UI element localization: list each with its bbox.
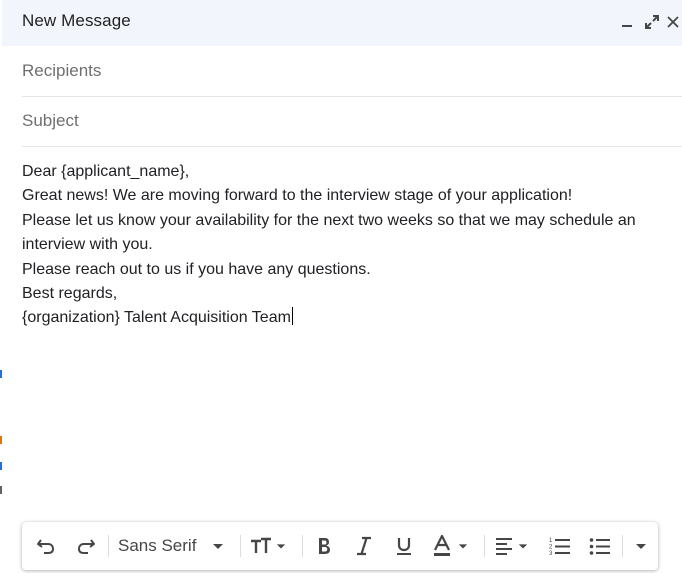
body-line: Please reach out to us if you have any q… bbox=[22, 260, 371, 278]
toolbar-divider bbox=[302, 535, 303, 557]
italic-button[interactable] bbox=[352, 534, 376, 558]
expand-icon bbox=[645, 15, 659, 29]
text-color-icon bbox=[434, 535, 450, 556]
text-cursor bbox=[291, 307, 293, 326]
more-formatting-button[interactable] bbox=[630, 534, 652, 558]
message-body[interactable]: Dear {applicant_name}, Great news! We ar… bbox=[22, 160, 662, 331]
align-left-icon bbox=[496, 538, 512, 555]
minimize-icon bbox=[622, 25, 632, 27]
undo-button[interactable] bbox=[34, 534, 58, 558]
body-last-line: {organization} Talent Acquisition Team bbox=[22, 306, 662, 330]
bold-button[interactable] bbox=[312, 534, 336, 558]
chevron-down-icon bbox=[636, 544, 646, 549]
numbered-list-icon: 1 2 3 bbox=[549, 538, 570, 556]
minimize-button[interactable] bbox=[616, 10, 638, 34]
chevron-down-icon bbox=[276, 544, 286, 549]
redo-icon bbox=[77, 539, 95, 554]
svg-text:2: 2 bbox=[549, 545, 553, 551]
toolbar-divider bbox=[622, 535, 623, 557]
toolbar-divider bbox=[108, 535, 109, 557]
bulleted-list-button[interactable] bbox=[588, 534, 612, 558]
svg-text:3: 3 bbox=[549, 551, 553, 556]
align-dropdown[interactable] bbox=[494, 534, 536, 558]
page: New Message Recipients Subject Dear {app… bbox=[0, 0, 682, 573]
compose-header[interactable]: New Message bbox=[2, 0, 682, 46]
text-color-dropdown[interactable] bbox=[432, 534, 472, 558]
text-size-icon bbox=[251, 537, 271, 553]
svg-text:1: 1 bbox=[549, 538, 553, 544]
undo-icon bbox=[37, 539, 55, 554]
compose-window: New Message Recipients Subject Dear {app… bbox=[2, 0, 682, 573]
close-icon bbox=[667, 16, 679, 28]
recipients-input[interactable] bbox=[22, 47, 662, 95]
body-line: Dear {applicant_name}, bbox=[22, 163, 190, 180]
popout-button[interactable] bbox=[641, 10, 663, 34]
bold-icon bbox=[319, 538, 330, 554]
body-line: {organization} Talent Acquisition Team bbox=[22, 309, 291, 327]
font-family-dropdown[interactable]: Sans Serif bbox=[118, 534, 234, 558]
underline-icon bbox=[397, 538, 411, 555]
subject-row bbox=[22, 97, 682, 147]
chevron-down-icon bbox=[518, 544, 528, 549]
text-size-dropdown[interactable] bbox=[250, 534, 294, 558]
subject-input[interactable] bbox=[22, 97, 662, 145]
toolbar-divider bbox=[240, 535, 241, 557]
body-line: Please let us know your availability for… bbox=[22, 211, 636, 229]
recipients-row bbox=[22, 47, 682, 97]
formatting-toolbar: Sans Serif 1 2 3 bbox=[22, 522, 658, 570]
close-button[interactable] bbox=[666, 10, 682, 34]
font-family-label: Sans Serif bbox=[118, 536, 197, 555]
body-line: Best regards, bbox=[22, 285, 118, 303]
toolbar-divider bbox=[484, 535, 485, 557]
body-line: Great news! We are moving forward to the… bbox=[22, 187, 573, 205]
italic-icon bbox=[357, 536, 371, 556]
chevron-down-icon bbox=[458, 544, 468, 549]
chevron-down-icon bbox=[213, 544, 224, 549]
redo-button[interactable] bbox=[74, 534, 98, 558]
bulleted-list-icon bbox=[589, 538, 610, 555]
compose-title: New Message bbox=[22, 11, 131, 30]
underline-button[interactable] bbox=[392, 534, 416, 558]
numbered-list-button[interactable]: 1 2 3 bbox=[548, 534, 572, 558]
body-line: interview with you. bbox=[22, 236, 153, 254]
